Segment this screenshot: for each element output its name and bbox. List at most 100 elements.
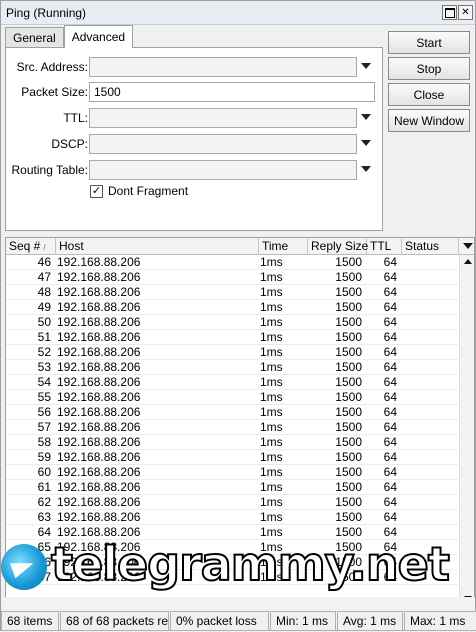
cell-reply-size: 1500: [335, 465, 362, 479]
horizontal-scrollbar[interactable]: [5, 597, 475, 609]
table-row[interactable]: 51 192.168.88.206 1ms 1500 64: [6, 330, 458, 345]
cell-ttl: 64: [383, 495, 397, 509]
stop-button[interactable]: Stop: [388, 57, 470, 80]
cell-reply-size: 1500: [335, 285, 362, 299]
cell-seq: 56: [37, 405, 51, 419]
cell-host: 192.168.88.206: [57, 405, 141, 419]
table-row[interactable]: 65 192.168.88.206 1ms 1500 64: [6, 540, 458, 555]
start-button[interactable]: Start: [388, 31, 470, 54]
src-address-field[interactable]: [89, 57, 357, 77]
dont-fragment-checkbox[interactable]: ✓: [90, 184, 103, 198]
cell-host: 192.168.88.206: [57, 345, 141, 359]
cell-ttl: 64: [383, 450, 397, 464]
cell-seq: 57: [37, 420, 51, 434]
col-status[interactable]: Status: [402, 238, 459, 255]
table-row[interactable]: 46 192.168.88.206 1ms 1500 64: [6, 255, 458, 270]
cell-status: [402, 570, 458, 585]
dont-fragment-row: ✓ Dont Fragment: [90, 184, 188, 198]
cell-status: [402, 525, 458, 540]
chevron-down-icon[interactable]: [361, 166, 371, 172]
tab-bar: General Advanced: [5, 25, 134, 48]
table-row[interactable]: 59 192.168.88.206 1ms 1500 64: [6, 450, 458, 465]
table-row[interactable]: 66 192.168.88.206 1ms 1500 64: [6, 555, 458, 570]
dscp-field[interactable]: [89, 134, 357, 154]
cell-reply-size: 1500: [335, 270, 362, 284]
cell-seq: 60: [37, 465, 51, 479]
col-reply-size-label: Reply Size: [311, 239, 369, 253]
chevron-down-icon[interactable]: [361, 114, 371, 120]
maximize-icon[interactable]: [442, 5, 457, 20]
cell-time: 1ms: [260, 450, 283, 464]
cell-host: 192.168.88.206: [57, 525, 141, 539]
col-seq[interactable]: Seq # /: [6, 238, 56, 255]
cell-ttl: 64: [383, 330, 397, 344]
close-icon[interactable]: ✕: [458, 5, 473, 20]
table-row[interactable]: 63 192.168.88.206 1ms 1500 64: [6, 510, 458, 525]
col-status-label: Status: [405, 239, 440, 253]
col-host-label: Host: [59, 239, 84, 253]
ttl-field[interactable]: [89, 108, 357, 128]
table-row[interactable]: 48 192.168.88.206 1ms 1500 64: [6, 285, 458, 300]
table-row[interactable]: 55 192.168.88.206 1ms 1500 64: [6, 390, 458, 405]
packet-size-field[interactable]: 1500: [89, 82, 375, 102]
table-row[interactable]: 62 192.168.88.206 1ms 1500 64: [6, 495, 458, 510]
cell-seq: 65: [37, 540, 51, 554]
cell-reply-size: 1500: [335, 480, 362, 494]
close-button[interactable]: Close: [388, 83, 470, 106]
table-row[interactable]: 49 192.168.88.206 1ms 1500 64: [6, 300, 458, 315]
cell-seq: 67: [37, 570, 51, 584]
cell-ttl: 64: [383, 300, 397, 314]
dscp-label: DSCP:: [51, 137, 88, 151]
cell-time: 1ms: [260, 465, 283, 479]
tab-general[interactable]: General: [5, 27, 64, 47]
status-avg: Avg: 1 ms: [337, 611, 403, 631]
sort-icon: /: [43, 243, 46, 252]
cell-reply-size: 1500: [335, 345, 362, 359]
col-ttl-label: TTL: [370, 239, 392, 253]
tab-advanced-label: Advanced: [71, 30, 126, 44]
cell-time: 1ms: [260, 555, 283, 569]
col-ttl[interactable]: TTL: [367, 238, 402, 255]
cell-reply-size: 1500: [335, 510, 362, 524]
status-max: Max: 1 ms: [404, 611, 476, 631]
table-row[interactable]: 50 192.168.88.206 1ms 1500 64: [6, 315, 458, 330]
table-row[interactable]: 64 192.168.88.206 1ms 1500 64: [6, 525, 458, 540]
cell-seq: 51: [37, 330, 51, 344]
chevron-down-icon[interactable]: [361, 140, 371, 146]
chevron-down-icon[interactable]: [361, 63, 371, 69]
cell-status: [402, 435, 458, 450]
table-row[interactable]: 53 192.168.88.206 1ms 1500 64: [6, 360, 458, 375]
cell-seq: 46: [37, 255, 51, 269]
table-row[interactable]: 52 192.168.88.206 1ms 1500 64: [6, 345, 458, 360]
table-row[interactable]: 54 192.168.88.206 1ms 1500 64: [6, 375, 458, 390]
tab-advanced[interactable]: Advanced: [63, 25, 134, 48]
table-row[interactable]: 61 192.168.88.206 1ms 1500 64: [6, 480, 458, 495]
scroll-up-icon[interactable]: [464, 259, 472, 264]
table-row[interactable]: 57 192.168.88.206 1ms 1500 64: [6, 420, 458, 435]
cell-status: [402, 315, 458, 330]
table-row[interactable]: 60 192.168.88.206 1ms 1500 64: [6, 465, 458, 480]
cell-ttl: 64: [383, 480, 397, 494]
cell-status: [402, 450, 458, 465]
vertical-scrollbar[interactable]: [459, 255, 474, 606]
title-bar: Ping (Running) ✕: [1, 1, 475, 25]
new-window-button[interactable]: New Window: [388, 109, 470, 132]
col-reply-size[interactable]: Reply Size: [308, 238, 369, 255]
col-host[interactable]: Host: [56, 238, 259, 255]
advanced-panel: Src. Address: Packet Size: 1500 TTL: DSC…: [5, 47, 383, 231]
cell-ttl: 64: [383, 360, 397, 374]
table-row[interactable]: 58 192.168.88.206 1ms 1500 64: [6, 435, 458, 450]
cell-reply-size: 1500: [335, 525, 362, 539]
table-row[interactable]: 67 192.168.88.206 1ms 1500 64: [6, 570, 458, 585]
routing-table-field[interactable]: [89, 160, 357, 180]
cell-ttl: 64: [383, 375, 397, 389]
col-time[interactable]: Time: [259, 238, 308, 255]
cell-host: 192.168.88.206: [57, 300, 141, 314]
table-row[interactable]: 56 192.168.88.206 1ms 1500 64: [6, 405, 458, 420]
column-menu-icon[interactable]: [463, 243, 473, 249]
table-row[interactable]: 47 192.168.88.206 1ms 1500 64: [6, 270, 458, 285]
packet-size-label: Packet Size:: [21, 85, 88, 99]
cell-time: 1ms: [260, 300, 283, 314]
cell-ttl: 64: [383, 540, 397, 554]
cell-reply-size: 1500: [335, 255, 362, 269]
